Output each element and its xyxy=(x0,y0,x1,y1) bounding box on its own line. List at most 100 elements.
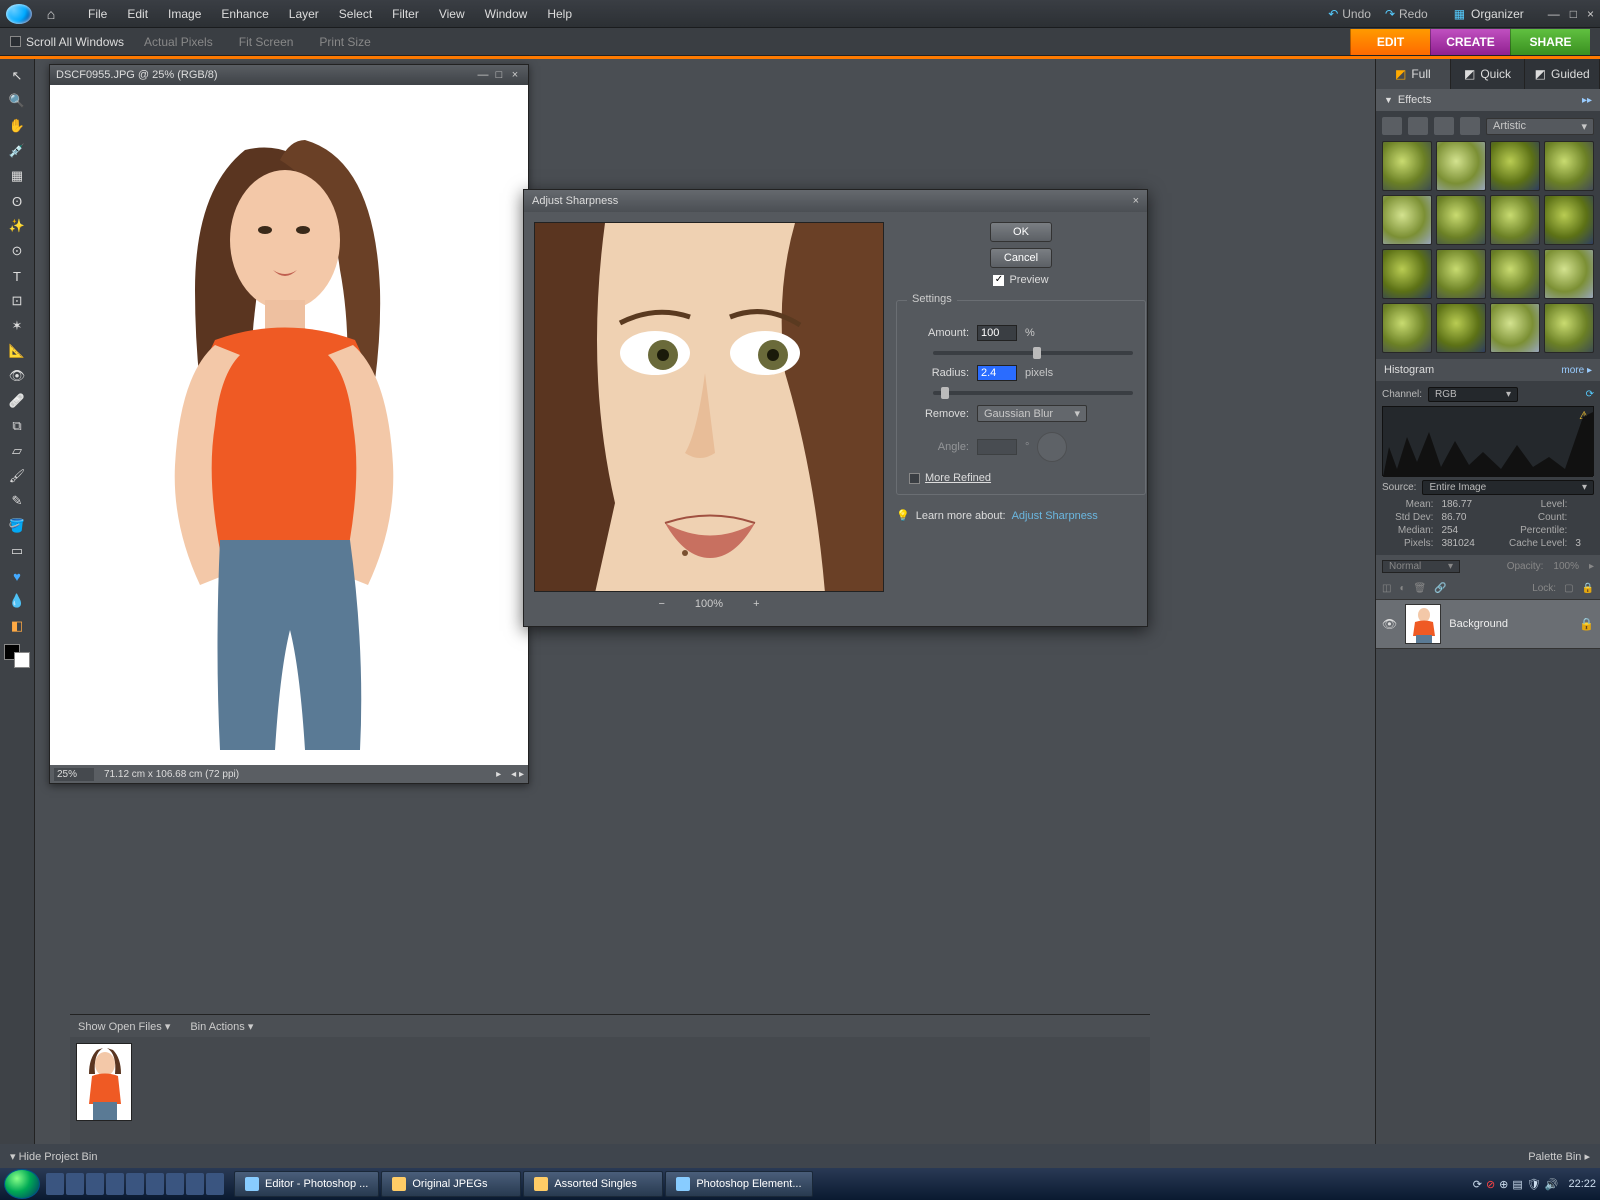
document-canvas[interactable] xyxy=(50,85,528,765)
effects-filter-icon[interactable] xyxy=(1382,117,1402,135)
start-button[interactable] xyxy=(4,1169,40,1199)
undo-button[interactable]: ↶Undo xyxy=(1328,7,1371,21)
menu-select[interactable]: Select xyxy=(329,3,382,25)
layer-row-background[interactable]: 👁 Background 🔒 xyxy=(1376,599,1600,649)
fit-screen-button[interactable]: Fit Screen xyxy=(233,33,300,51)
effect-thumb[interactable] xyxy=(1490,249,1540,299)
dialog-close-icon[interactable]: × xyxy=(1133,195,1139,207)
effect-thumb[interactable] xyxy=(1544,249,1594,299)
menu-help[interactable]: Help xyxy=(537,3,582,25)
lasso-tool-icon[interactable]: ʘ xyxy=(4,190,30,212)
dialog-titlebar[interactable]: Adjust Sharpness × xyxy=(524,190,1147,212)
cookie-cutter-tool-icon[interactable]: ✶ xyxy=(4,315,30,337)
effect-thumb[interactable] xyxy=(1436,303,1486,353)
doc-minimize-icon[interactable]: — xyxy=(476,69,490,81)
gradient-tool-icon[interactable]: ▭ xyxy=(4,540,30,562)
effects-category-select[interactable]: Artistic▾ xyxy=(1486,118,1594,135)
blur-tool-icon[interactable]: 💧 xyxy=(4,590,30,612)
shape-tool-icon[interactable]: ♥ xyxy=(4,565,30,587)
menu-filter[interactable]: Filter xyxy=(382,3,429,25)
source-select[interactable]: Entire Image▾ xyxy=(1422,480,1594,495)
menu-file[interactable]: File xyxy=(78,3,117,25)
magic-wand-tool-icon[interactable]: ✨ xyxy=(4,215,30,237)
mode-quick[interactable]: ◩Quick xyxy=(1451,59,1526,89)
hand-tool-icon[interactable]: ✋ xyxy=(4,115,30,137)
background-swatch[interactable] xyxy=(14,652,30,668)
radius-slider[interactable] xyxy=(933,391,1133,395)
histogram-more-link[interactable]: more ▸ xyxy=(1561,365,1592,376)
effect-thumb[interactable] xyxy=(1436,249,1486,299)
healing-brush-tool-icon[interactable]: 🩹 xyxy=(4,390,30,412)
new-layer-icon[interactable]: ◫ xyxy=(1382,583,1391,594)
menu-layer[interactable]: Layer xyxy=(279,3,329,25)
taskbar-task[interactable]: Editor - Photoshop ... xyxy=(234,1171,379,1197)
edit-tab[interactable]: EDIT xyxy=(1350,29,1430,55)
menu-window[interactable]: Window xyxy=(475,3,538,25)
bin-thumbnail[interactable] xyxy=(76,1043,132,1121)
quick-launch-icon[interactable] xyxy=(166,1173,184,1195)
tray-icon[interactable]: ▤ xyxy=(1512,1178,1522,1191)
effect-thumb[interactable] xyxy=(1382,141,1432,191)
link-layers-icon[interactable]: 🔗 xyxy=(1434,583,1446,594)
taskbar-task[interactable]: Assorted Singles xyxy=(523,1171,663,1197)
effects-photo-icon[interactable] xyxy=(1434,117,1454,135)
hide-project-bin-toggle[interactable]: ▾ Hide Project Bin xyxy=(10,1150,97,1163)
effect-thumb[interactable] xyxy=(1382,303,1432,353)
eraser-tool-icon[interactable]: ▱ xyxy=(4,440,30,462)
effect-thumb[interactable] xyxy=(1436,141,1486,191)
brush-tool-icon[interactable]: 🖌 xyxy=(4,465,30,487)
zoom-field[interactable]: 25% xyxy=(54,768,94,781)
zoom-in-icon[interactable]: + xyxy=(753,598,759,610)
quick-launch-icon[interactable] xyxy=(186,1173,204,1195)
home-icon[interactable]: ⌂ xyxy=(38,3,64,25)
quick-launch-icon[interactable] xyxy=(46,1173,64,1195)
effect-thumb[interactable] xyxy=(1382,195,1432,245)
refresh-icon[interactable]: ⟳ xyxy=(1586,389,1594,400)
effects-all-icon[interactable] xyxy=(1460,117,1480,135)
delete-layer-icon[interactable]: 🗑 xyxy=(1414,583,1427,594)
marquee-tool-icon[interactable]: ▦ xyxy=(4,165,30,187)
straighten-tool-icon[interactable]: 📐 xyxy=(4,340,30,362)
learn-more-link[interactable]: Adjust Sharpness xyxy=(1012,510,1098,522)
quick-launch-icon[interactable] xyxy=(86,1173,104,1195)
eyedropper-tool-icon[interactable]: 💉 xyxy=(4,140,30,162)
amount-slider[interactable] xyxy=(933,351,1133,355)
ok-button[interactable]: OK xyxy=(990,222,1052,242)
quick-launch-icon[interactable] xyxy=(66,1173,84,1195)
remove-select[interactable]: Gaussian Blur▾ xyxy=(977,405,1087,422)
sponge-tool-icon[interactable]: ◧ xyxy=(4,615,30,637)
quick-launch-icon[interactable] xyxy=(206,1173,224,1195)
redo-button[interactable]: ↷Redo xyxy=(1385,7,1428,21)
lock-transparent-icon[interactable]: ▢ xyxy=(1564,583,1573,594)
palette-bin-toggle[interactable]: Palette Bin ▸ xyxy=(1528,1150,1590,1163)
taskbar-task[interactable]: Photoshop Element... xyxy=(665,1171,812,1197)
adjustment-icon[interactable]: ◐ xyxy=(1399,583,1405,594)
tray-icon[interactable]: ⟳ xyxy=(1473,1178,1482,1191)
visibility-icon[interactable]: 👁 xyxy=(1382,617,1397,631)
move-tool-icon[interactable]: ↖ xyxy=(4,65,30,87)
zoom-tool-icon[interactable]: 🔍 xyxy=(4,90,30,112)
mode-full[interactable]: ◩Full xyxy=(1376,59,1451,89)
doc-maximize-icon[interactable]: □ xyxy=(492,69,506,81)
effect-thumb[interactable] xyxy=(1490,303,1540,353)
create-tab[interactable]: CREATE xyxy=(1430,29,1510,55)
cancel-button[interactable]: Cancel xyxy=(990,248,1052,268)
bin-actions-dropdown[interactable]: Bin Actions ▾ xyxy=(190,1020,253,1033)
preview-image[interactable] xyxy=(534,222,884,592)
tray-icon[interactable]: ⊕ xyxy=(1499,1178,1508,1191)
type-tool-icon[interactable]: T xyxy=(4,265,30,287)
minimize-button[interactable]: — xyxy=(1548,7,1560,21)
maximize-button[interactable]: □ xyxy=(1570,7,1577,21)
menu-enhance[interactable]: Enhance xyxy=(211,3,278,25)
smart-brush-tool-icon[interactable]: ✎ xyxy=(4,490,30,512)
layer-thumbnail[interactable] xyxy=(1405,604,1441,644)
show-open-files-dropdown[interactable]: Show Open Files ▾ xyxy=(78,1020,170,1033)
radius-input[interactable] xyxy=(977,365,1017,381)
tray-icon[interactable]: ⊘ xyxy=(1486,1178,1495,1191)
color-swatches[interactable] xyxy=(4,644,30,668)
effect-thumb[interactable] xyxy=(1490,141,1540,191)
effect-thumb[interactable] xyxy=(1544,303,1594,353)
tray-icon[interactable]: 🛡 xyxy=(1527,1178,1541,1191)
print-size-button[interactable]: Print Size xyxy=(313,33,376,51)
organizer-button[interactable]: ▦ Organizer xyxy=(1444,4,1534,24)
